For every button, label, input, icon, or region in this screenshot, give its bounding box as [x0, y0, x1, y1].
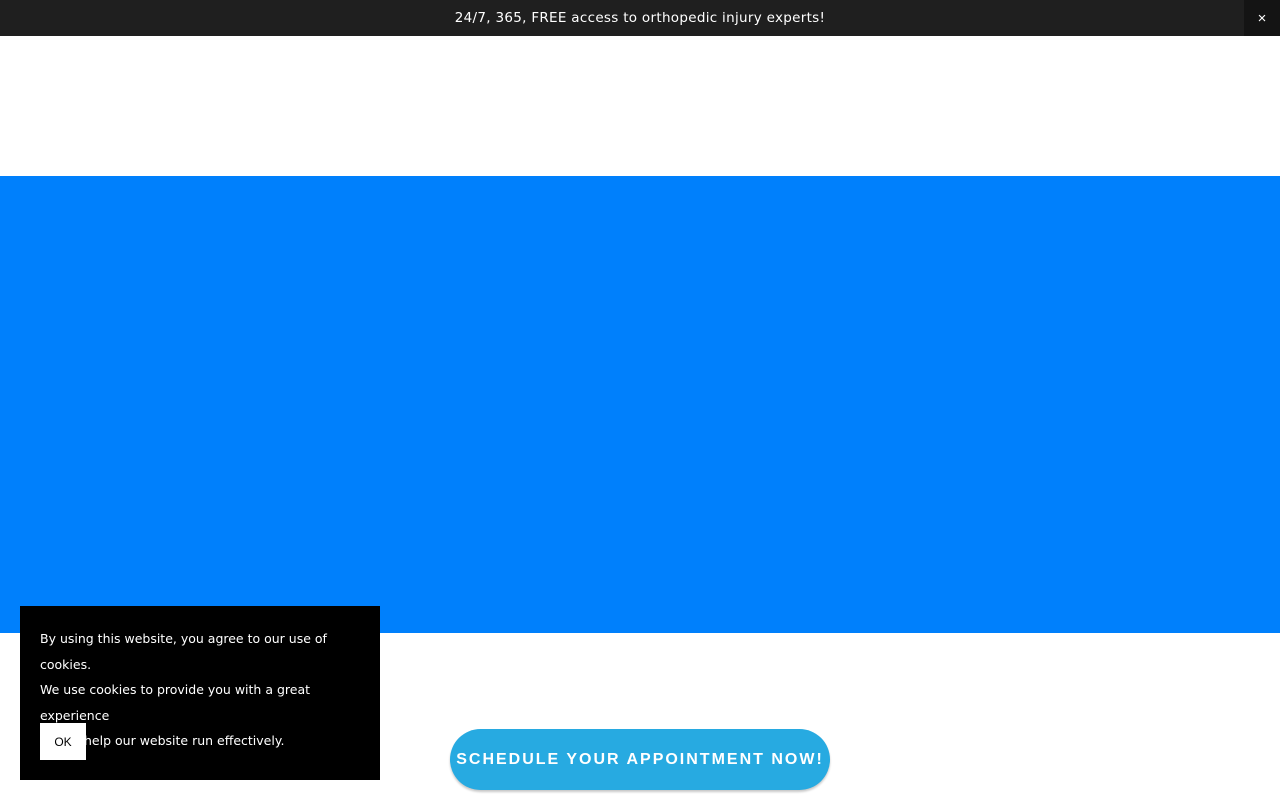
announcement-bar: 24/7, 365, FREE access to orthopedic inj… [0, 0, 1280, 36]
hero-banner [0, 176, 1280, 633]
cookie-message: By using this website, you agree to our … [40, 626, 360, 754]
cookie-banner: By using this website, you agree to our … [20, 606, 380, 780]
announcement-text: 24/7, 365, FREE access to orthopedic inj… [454, 10, 826, 26]
schedule-appointment-button[interactable]: SCHEDULE YOUR APPOINTMENT NOW! [450, 729, 830, 790]
cookie-message-line: By using this website, you agree to our … [40, 631, 327, 672]
cookie-ok-button[interactable]: OK [40, 723, 86, 760]
site-header [0, 36, 1280, 176]
close-icon[interactable]: × [1244, 0, 1280, 36]
page: 24/7, 365, FREE access to orthopedic inj… [0, 0, 1280, 800]
cookie-message-line: We use cookies to provide you with a gre… [40, 682, 311, 723]
